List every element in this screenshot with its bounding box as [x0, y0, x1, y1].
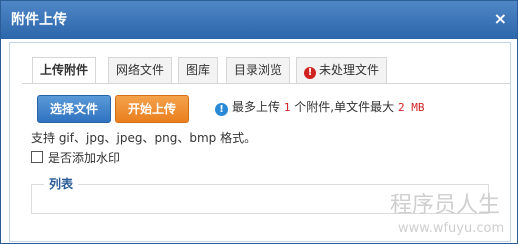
tab-label: 上传附件	[40, 63, 89, 77]
tab-gallery[interactable]: 图库	[178, 57, 219, 83]
supported-formats: 支持 gif、jpg、jpeg、png、bmp 格式。	[31, 131, 257, 145]
max-files-value: 1	[283, 101, 291, 114]
info-prefix: 最多上传	[232, 100, 281, 114]
select-file-button[interactable]: 选择文件	[37, 95, 111, 123]
dialog-titlebar: 附件上传 ×	[1, 1, 517, 39]
tab-directory-browse[interactable]: 目录浏览	[226, 57, 291, 83]
watermark-option[interactable]: 是否添加水印	[31, 149, 120, 166]
tab-label: 图库	[186, 63, 211, 77]
info-middle: 个附件,单文件最大	[294, 100, 395, 114]
tab-divider	[22, 83, 510, 84]
close-icon[interactable]: ×	[494, 11, 507, 27]
site-watermark-name: 程序员人生	[390, 193, 501, 218]
upload-limit-info: ! 最多上传 1 个附件,单文件最大 2 MB	[215, 100, 424, 116]
tab-upload-attachment[interactable]: 上传附件	[32, 57, 97, 84]
tab-network-files[interactable]: 网络文件	[108, 57, 173, 83]
tab-unprocessed-files[interactable]: ! 未处理文件	[296, 57, 388, 83]
dialog-title: 附件上传	[11, 12, 67, 28]
warning-icon: !	[304, 67, 316, 79]
tab-label: 目录浏览	[234, 63, 283, 77]
watermark-checkbox[interactable]	[31, 151, 43, 163]
file-list-legend: 列表	[44, 177, 79, 191]
info-icon: !	[215, 103, 228, 116]
max-size-value: 2 MB	[397, 101, 425, 114]
tab-label: 未处理文件	[319, 63, 380, 77]
tab-label: 网络文件	[116, 63, 165, 77]
watermark-label: 是否添加水印	[48, 151, 121, 165]
start-upload-button[interactable]: 开始上传	[115, 95, 189, 123]
site-watermark-url: www.wfuyu.com	[398, 221, 505, 236]
